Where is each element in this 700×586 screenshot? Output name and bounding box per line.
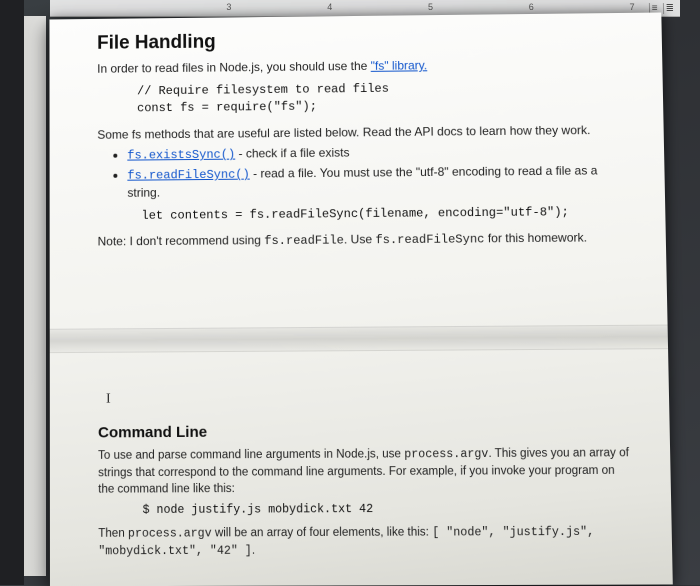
ruler-mark: 7 (629, 2, 634, 12)
methods-list: fs.existsSync() - check if a file exists… (127, 142, 625, 225)
text: . Use (344, 232, 376, 246)
code-node-invoke: $ node justify.js mobydick.txt 42 (143, 502, 631, 517)
text: Note: I don't recommend using (98, 233, 265, 248)
code-inline: fs.readFileSync (375, 232, 484, 247)
ruler-mark: 4 (327, 2, 332, 12)
list-item: fs.readFileSync() - read a file. You mus… (127, 162, 625, 225)
document-page[interactable]: File Handling In order to read files in … (49, 13, 672, 586)
heading-file-handling: File Handling (97, 27, 622, 55)
fs-library-link[interactable]: "fs" library. (371, 58, 428, 73)
methods-intro: Some fs methods that are useful are list… (97, 121, 623, 143)
code-inline: process.argv (404, 448, 488, 462)
code-inline: fs.readFile (264, 234, 344, 249)
text: . (252, 545, 255, 557)
ruler-mark: 5 (428, 2, 433, 12)
note-paragraph: Note: I don't recommend using fs.readFil… (98, 229, 626, 251)
cmd-paragraph-1: To use and parse command line arguments … (98, 445, 630, 498)
page-break-shadow (50, 325, 668, 354)
page-gutter (24, 16, 46, 576)
list-item: fs.existsSync() - check if a file exists (127, 142, 623, 165)
ruler-mark: 6 (529, 2, 534, 12)
text: for this homework. (484, 231, 587, 246)
text-cursor: I (106, 388, 628, 407)
readfile-sync-link[interactable]: fs.readFileSync() (127, 168, 249, 183)
text: - check if a file exists (235, 146, 349, 161)
code-require-fs: // Require filesystem to read files cons… (137, 78, 623, 118)
app-dead-strip (0, 0, 24, 585)
text: In order to read files in Node.js, you s… (97, 59, 371, 76)
text: Then (98, 528, 128, 540)
text: will be an array of four elements, like … (212, 527, 433, 540)
cmd-paragraph-2: Then process.argv will be an array of fo… (98, 524, 631, 561)
heading-command-line: Command Line (98, 421, 629, 441)
exists-sync-link[interactable]: fs.existsSync() (127, 148, 235, 163)
ruler-mark: 3 (226, 2, 231, 12)
list-icon[interactable]: ≣ (662, 3, 676, 14)
text: To use and parse command line arguments … (98, 448, 404, 462)
code-readfile: let contents = fs.readFileSync(filename,… (141, 203, 624, 225)
intro-paragraph: In order to read files in Node.js, you s… (97, 55, 622, 77)
section-command-line: I Command Line To use and parse command … (98, 388, 631, 565)
code-inline: process.argv (128, 527, 212, 541)
